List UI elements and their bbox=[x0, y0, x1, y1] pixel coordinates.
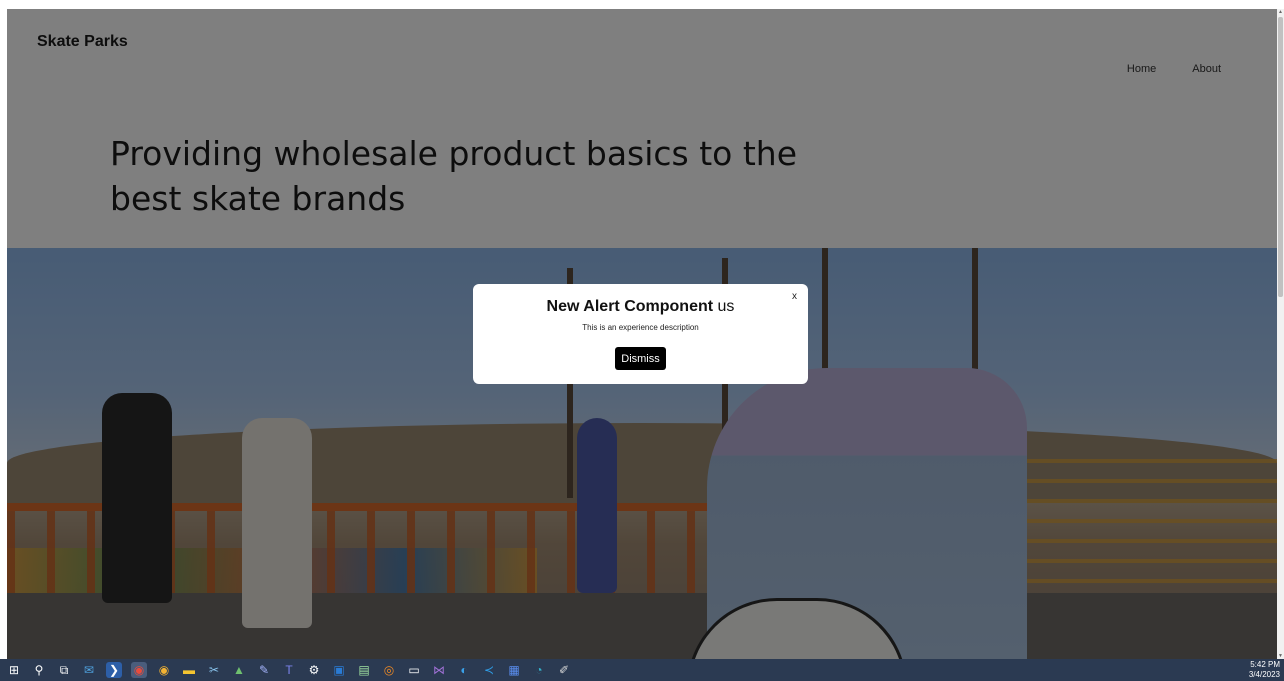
chrome-canary-icon[interactable]: ◉ bbox=[156, 662, 172, 678]
settings-icon[interactable]: ⚙ bbox=[306, 662, 322, 678]
task-view-icon[interactable]: ⧉ bbox=[56, 662, 72, 678]
clock-time: 5:42 PM bbox=[1250, 660, 1280, 669]
clock-date: 3/4/2023 bbox=[1248, 670, 1280, 679]
alert-modal: New Alert Component us This is an experi… bbox=[473, 284, 808, 384]
windows-start-icon[interactable]: ⊞ bbox=[6, 662, 22, 678]
terminal-icon[interactable]: ▭ bbox=[406, 662, 422, 678]
calendar-icon[interactable]: ▦ bbox=[506, 662, 522, 678]
vscode-icon[interactable]: ≺ bbox=[481, 662, 497, 678]
scroll-up-icon[interactable]: ▲ bbox=[1278, 9, 1283, 15]
scroll-thumb[interactable] bbox=[1278, 17, 1283, 297]
taskbar-clock[interactable]: 5:42 PM 3/4/2023 bbox=[1249, 660, 1280, 680]
teams-icon[interactable]: T bbox=[281, 662, 297, 678]
edge-dev-icon[interactable]: ◐ bbox=[456, 662, 472, 678]
modal-title-text: New Alert Component bbox=[546, 298, 714, 315]
modal-title-suffix: us bbox=[717, 298, 735, 315]
modal-title: New Alert Component us bbox=[473, 298, 808, 316]
mail-icon[interactable]: ✉ bbox=[81, 662, 97, 678]
dismiss-button[interactable]: Dismiss bbox=[615, 347, 666, 370]
page-scrollbar[interactable]: ▲ ▼ bbox=[1277, 9, 1284, 659]
powershell-icon[interactable]: ❯ bbox=[106, 662, 122, 678]
search-icon[interactable]: ⚲ bbox=[31, 662, 47, 678]
windows-taskbar: ⊞ ⚲ ⧉ ✉ ❯ ◉ ◉ ▬ ✂ ▲ ✎ T ⚙ ▣ ▤ ◎ ▭ ⋈ ◐ ≺ … bbox=[0, 659, 1284, 681]
photos-icon[interactable]: ▲ bbox=[231, 662, 247, 678]
close-icon[interactable]: x bbox=[792, 291, 797, 302]
app-icon[interactable]: ◎ bbox=[381, 662, 397, 678]
snip-icon[interactable]: ✂ bbox=[206, 662, 222, 678]
visual-studio-icon[interactable]: ⋈ bbox=[431, 662, 447, 678]
taskbar-icons: ⊞ ⚲ ⧉ ✉ ❯ ◉ ◉ ▬ ✂ ▲ ✎ T ⚙ ▣ ▤ ◎ ▭ ⋈ ◐ ≺ … bbox=[6, 662, 572, 678]
outlook-icon[interactable]: ▣ bbox=[331, 662, 347, 678]
chrome-icon[interactable]: ◉ bbox=[131, 662, 147, 678]
notes-icon[interactable]: ✎ bbox=[256, 662, 272, 678]
web-page: Skate Parks Home About Providing wholesa… bbox=[7, 9, 1277, 659]
file-explorer-icon[interactable]: ▬ bbox=[181, 662, 197, 678]
modal-description: This is an experience description bbox=[582, 323, 699, 332]
notepad-icon[interactable]: ▤ bbox=[356, 662, 372, 678]
browser-top-gap bbox=[0, 0, 1284, 9]
paint-icon[interactable]: ✐ bbox=[556, 662, 572, 678]
edge-icon[interactable]: ◔ bbox=[531, 662, 547, 678]
